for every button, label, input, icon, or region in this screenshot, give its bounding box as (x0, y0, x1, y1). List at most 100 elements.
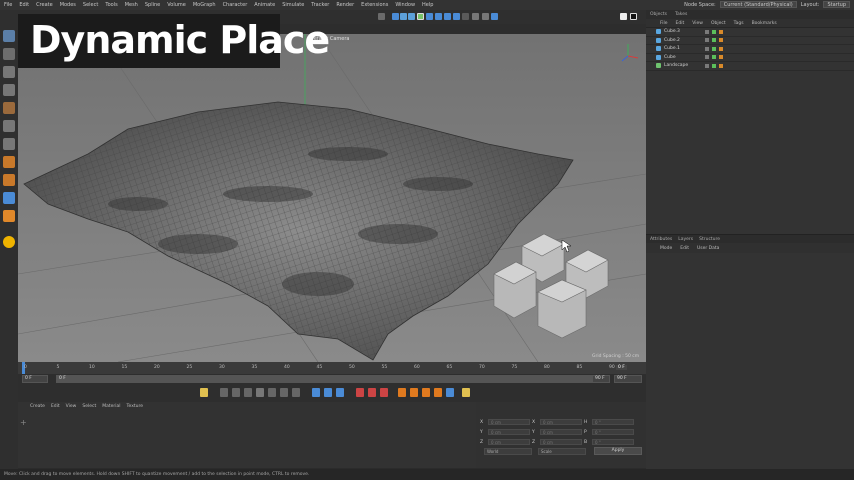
tag-icon[interactable] (719, 46, 723, 51)
next-frame-icon[interactable] (268, 388, 276, 397)
attribute-menu-edit[interactable]: Edit (680, 246, 689, 251)
menu-extensions[interactable]: Extensions (361, 2, 388, 8)
coord-field[interactable]: 0 cm (540, 439, 582, 445)
material-menu-create[interactable]: Create (30, 404, 45, 409)
range-slider[interactable]: 0 F (56, 375, 596, 383)
check-icon[interactable] (712, 46, 716, 51)
render-settings-icon[interactable] (491, 13, 498, 20)
start-frame-field[interactable]: 0 F (22, 375, 48, 383)
object-name[interactable]: Cube.2 (664, 38, 702, 43)
material-menu-edit[interactable]: Edit (51, 404, 60, 409)
tab-layers[interactable]: Layers (678, 237, 693, 242)
visibility-icon[interactable] (705, 63, 709, 68)
record-icon[interactable] (356, 388, 364, 397)
object-row[interactable]: Cube.3 (646, 28, 854, 37)
autokey-icon[interactable] (336, 388, 344, 397)
tweak-icon[interactable] (3, 192, 15, 204)
add-material-icon[interactable]: + (20, 418, 30, 428)
axis-mode-icon[interactable] (462, 13, 469, 20)
menu-edit[interactable]: Edit (19, 2, 29, 8)
model-mode-icon[interactable] (426, 13, 433, 20)
object-name[interactable]: Cube (664, 55, 702, 60)
points-icon[interactable] (3, 102, 15, 114)
menu-create[interactable]: Create (36, 2, 53, 8)
visibility-icon[interactable] (705, 46, 709, 51)
coord-field[interactable]: 0 cm (540, 429, 582, 435)
timeline-icon[interactable] (462, 388, 470, 397)
menu-help[interactable]: Help (422, 2, 433, 8)
keyframe-selection-icon[interactable] (324, 388, 332, 397)
tag-icon[interactable] (719, 38, 723, 43)
autokeying-icon[interactable] (368, 388, 376, 397)
visibility-icon[interactable] (705, 29, 709, 34)
layout-dropdown[interactable]: Startup (823, 1, 850, 8)
3d-viewport[interactable] (18, 34, 646, 362)
scale-key-icon[interactable] (410, 388, 418, 397)
visibility-icon[interactable] (705, 55, 709, 60)
check-icon[interactable] (712, 29, 716, 34)
param-key-icon[interactable] (434, 388, 442, 397)
rotate-tool-icon[interactable] (408, 13, 415, 20)
workplane-icon[interactable] (3, 84, 15, 96)
object-row[interactable]: Cube (646, 54, 854, 62)
prev-frame-icon[interactable] (244, 388, 252, 397)
attribute-menu-user-data[interactable]: User Data (697, 246, 719, 251)
snap-icon[interactable] (3, 156, 15, 168)
edges-icon[interactable] (3, 120, 15, 132)
play-icon[interactable] (256, 388, 264, 397)
object-menu-file[interactable]: File (660, 21, 668, 26)
scale-tool-icon[interactable] (400, 13, 407, 20)
attribute-menu-mode[interactable]: Mode (660, 246, 672, 251)
menu-animate[interactable]: Animate (254, 2, 275, 8)
material-menu-view[interactable]: View (66, 404, 77, 409)
polygons-icon[interactable] (3, 138, 15, 150)
render-view-icon[interactable] (472, 13, 479, 20)
menu-tracker[interactable]: Tracker (311, 2, 329, 8)
keyframe-icon[interactable] (380, 388, 388, 397)
enable-axis-icon[interactable] (3, 174, 15, 186)
menu-mograph[interactable]: MoGraph (193, 2, 216, 8)
max-frame-field[interactable]: 90 F (614, 375, 642, 383)
rotation-key-icon[interactable] (422, 388, 430, 397)
end-frame-field[interactable]: 90 F (592, 375, 610, 383)
node-space-dropdown[interactable]: Current (Standard/Physical) (719, 1, 797, 8)
apply-button[interactable]: Apply (594, 447, 642, 455)
make-editable-icon[interactable] (3, 30, 15, 42)
object-row[interactable]: Cube.1 (646, 45, 854, 54)
coord-field[interactable]: 0 cm (488, 439, 530, 445)
checker-icon[interactable] (3, 48, 15, 60)
visibility-icon[interactable] (705, 38, 709, 43)
tab-structure[interactable]: Structure (699, 237, 720, 242)
material-menu-select[interactable]: Select (82, 404, 96, 409)
edges-mode-icon[interactable] (444, 13, 451, 20)
point-level-icon[interactable] (446, 388, 454, 397)
coord-field[interactable]: 0 cm (488, 429, 530, 435)
object-row[interactable]: Landscape (646, 62, 854, 71)
object-menu-bookmarks[interactable]: Bookmarks (752, 21, 777, 26)
material-menu-material[interactable]: Material (102, 404, 120, 409)
tag-icon[interactable] (719, 63, 723, 68)
live-select-icon[interactable] (417, 13, 424, 20)
check-icon[interactable] (712, 55, 716, 60)
coord-field[interactable]: 0 ° (592, 429, 634, 435)
camera-icon[interactable] (620, 13, 627, 20)
object-name[interactable]: Cube.1 (664, 46, 702, 51)
object-menu-view[interactable]: View (692, 21, 703, 26)
object-menu-object[interactable]: Object (711, 21, 726, 26)
next-key-icon[interactable] (280, 388, 288, 397)
coord-field[interactable]: 0 cm (540, 419, 582, 425)
menu-render[interactable]: Render (336, 2, 354, 8)
menu-file[interactable]: File (4, 2, 12, 8)
tag-icon[interactable] (719, 29, 723, 34)
menu-character[interactable]: Character (223, 2, 248, 8)
menu-volume[interactable]: Volume (167, 2, 186, 8)
menu-mesh[interactable]: Mesh (125, 2, 138, 8)
goto-start-icon[interactable] (220, 388, 228, 397)
tab-attributes[interactable]: Attributes (650, 237, 672, 242)
material-menu-texture[interactable]: Texture (127, 404, 143, 409)
menu-select[interactable]: Select (83, 2, 98, 8)
menu-spline[interactable]: Spline (145, 2, 160, 8)
tab-objects[interactable]: Objects (650, 12, 667, 17)
points-mode-icon[interactable] (435, 13, 442, 20)
undo-icon[interactable] (378, 13, 385, 20)
